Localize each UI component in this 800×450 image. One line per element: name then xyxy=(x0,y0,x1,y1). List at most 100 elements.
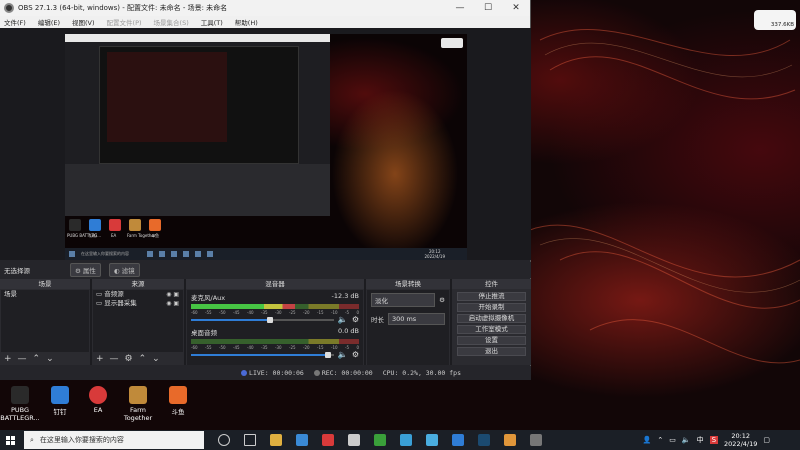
move-down-icon[interactable]: ⌄ xyxy=(152,354,160,364)
desktop-icon-label: 钉钉 xyxy=(53,408,67,416)
desktop-icon-douyu[interactable]: 斗鱼 xyxy=(158,386,198,416)
add-source-icon[interactable]: + xyxy=(96,354,104,364)
stop-streaming-button[interactable]: 停止推流 xyxy=(457,292,526,301)
sources-dock: 来源 ▭ 音频源 ◉ ▣ ▭ 显示器采集 ◉ ▣ + — ⚙ ⌃ ⌄ xyxy=(92,279,184,365)
source-item[interactable]: ▭ 音频源 ◉ ▣ xyxy=(93,290,183,299)
slider-knob[interactable] xyxy=(266,316,273,323)
start-recording-button[interactable]: 开始录制 xyxy=(457,303,526,312)
speaker-icon[interactable]: 🔈 xyxy=(338,315,348,324)
desktop-icon-label: Farm Together xyxy=(123,406,153,422)
nested-search-text: 在这里输入你要搜索的内容 xyxy=(81,251,129,256)
meter-tick-label: -20 xyxy=(303,310,310,315)
source-item-label: 显示器采集 xyxy=(104,299,137,307)
taskbar-app-icon[interactable] xyxy=(322,434,334,446)
duration-input[interactable]: 300 ms xyxy=(388,313,445,325)
taskbar-app-icon[interactable] xyxy=(296,434,308,446)
desktop-icon-pubg[interactable]: PUBG BATTLEGR... xyxy=(0,386,40,422)
add-scene-icon[interactable]: + xyxy=(4,354,12,364)
transition-select[interactable]: 淡化 xyxy=(371,293,436,307)
program-canvas[interactable]: PUBG BATTLEG... 钉钉 EA Farm Together 斗鱼 在… xyxy=(65,34,467,260)
speaker-icon[interactable]: 🔈 xyxy=(338,350,348,359)
source-item-label: 音频源 xyxy=(104,290,124,298)
remove-source-icon[interactable]: — xyxy=(110,354,119,364)
remove-scene-icon[interactable]: — xyxy=(18,354,27,364)
menu-help[interactable]: 帮助(H) xyxy=(235,17,258,27)
volume-slider[interactable]: 🔈 ⚙ xyxy=(191,350,359,359)
notification-icon[interactable]: ▢ xyxy=(763,436,770,444)
tray-chevron-icon[interactable]: ⌃ xyxy=(657,436,663,444)
properties-button[interactable]: ⚙ 属性 xyxy=(70,263,101,277)
desktop-icon-ea[interactable]: EA xyxy=(78,386,118,414)
start-button[interactable] xyxy=(0,430,20,450)
tray-app-icon[interactable]: S xyxy=(709,436,719,444)
move-down-icon[interactable]: ⌄ xyxy=(46,354,54,364)
volume-meter xyxy=(191,339,359,344)
menu-profile[interactable]: 配置文件(P) xyxy=(107,17,142,27)
nested-icon-label: 钉钉 xyxy=(89,233,97,238)
scene-item[interactable]: 场景 xyxy=(1,290,89,299)
title-bar[interactable]: OBS 27.1.3 (64-bit, windows) - 配置文件: 未命名… xyxy=(0,0,530,16)
exit-button[interactable]: 退出 xyxy=(457,347,526,356)
start-virtual-camera-button[interactable]: 启动虚拟摄像机 xyxy=(457,314,526,323)
close-button[interactable]: ✕ xyxy=(502,3,530,13)
studio-mode-button[interactable]: 工作室模式 xyxy=(457,325,526,334)
nested-clock-date: 2022/4/19 xyxy=(424,254,445,259)
meter-tick-label: -30 xyxy=(275,345,282,350)
taskbar-app-icon[interactable] xyxy=(218,434,230,446)
taskbar-app-icon[interactable] xyxy=(244,434,256,446)
minimize-button[interactable]: — xyxy=(446,3,474,13)
taskbar-clock[interactable]: 20:12 2022/4/19 xyxy=(724,432,757,448)
taskbar-app-icon[interactable] xyxy=(426,434,438,446)
slider-knob[interactable] xyxy=(325,351,332,358)
taskbar-app-icon[interactable] xyxy=(530,434,542,446)
source-settings-icon[interactable]: ⚙ xyxy=(125,354,133,364)
gear-icon[interactable]: ⚙ xyxy=(352,315,359,324)
taskbar-app-icon[interactable] xyxy=(452,434,464,446)
menu-view[interactable]: 视图(V) xyxy=(72,17,95,27)
taskbar-app-icon[interactable] xyxy=(504,434,516,446)
transitions-dock-title: 场景转换 xyxy=(366,279,450,289)
taskbar-app-icon[interactable] xyxy=(270,434,282,446)
taskbar-search[interactable]: ⌕ 在这里输入你要搜索的内容 xyxy=(24,431,204,449)
taskbar-app-icon[interactable] xyxy=(478,434,490,446)
search-placeholder: 在这里输入你要搜索的内容 xyxy=(39,436,124,444)
scenes-dock: 场景 场景 + — ⌃ ⌄ xyxy=(0,279,90,365)
gear-icon[interactable]: ⚙ xyxy=(352,350,359,359)
transition-settings-icon[interactable]: ⚙ xyxy=(439,296,445,304)
menu-tools[interactable]: 工具(T) xyxy=(201,17,223,27)
move-up-icon[interactable]: ⌃ xyxy=(33,354,41,364)
nested-preview-deep xyxy=(107,52,227,142)
meter-tick-label: -45 xyxy=(233,310,240,315)
windows-logo-icon xyxy=(5,435,15,445)
move-up-icon[interactable]: ⌃ xyxy=(139,354,147,364)
meter-tick-label: -25 xyxy=(289,310,296,315)
filters-button[interactable]: ◐ 滤镜 xyxy=(108,263,140,277)
mixer-channel-desktop: 桌面音频 0.0 dB -60 -55 -50 -45 -40 -35 -30 -25 -20 -… xyxy=(187,325,363,360)
menu-scene-collection[interactable]: 场景集合(S) xyxy=(154,17,189,27)
source-item[interactable]: ▭ 显示器采集 ◉ ▣ xyxy=(93,299,183,308)
tray-volume-icon[interactable]: 🔈 xyxy=(682,436,691,444)
meter-tick-label: -10 xyxy=(331,345,338,350)
rec-status: REC: 00:00:00 xyxy=(313,369,373,377)
taskbar-app-icon[interactable] xyxy=(348,434,360,446)
volume-slider[interactable]: 🔈 ⚙ xyxy=(191,315,359,324)
taskbar-app-icon[interactable] xyxy=(400,434,412,446)
menu-file[interactable]: 文件(F) xyxy=(4,17,26,27)
menu-edit[interactable]: 编辑(E) xyxy=(38,17,60,27)
taskbar-app-icon[interactable] xyxy=(374,434,386,446)
controls-dock: 控件 停止推流 开始录制 启动虚拟摄像机 工作室模式 设置 退出 xyxy=(452,279,531,365)
preview-area[interactable]: PUBG BATTLEG... 钉钉 EA Farm Together 斗鱼 在… xyxy=(0,28,531,260)
tray-people-icon[interactable]: 👤 xyxy=(643,436,652,444)
maximize-button[interactable]: ☐ xyxy=(474,3,502,13)
tray-language[interactable]: 中 xyxy=(697,435,704,445)
meter-tick-label: -40 xyxy=(247,345,254,350)
tray-network-icon[interactable]: ▭ xyxy=(669,436,676,444)
settings-button[interactable]: 设置 xyxy=(457,336,526,345)
meter-tick-label: -50 xyxy=(219,345,226,350)
desktop-icon-dingtalk[interactable]: 钉钉 xyxy=(40,386,80,416)
desktop-icon-farm-together[interactable]: Farm Together xyxy=(118,386,158,422)
pubg-icon xyxy=(11,386,29,404)
ea-icon xyxy=(89,386,107,404)
visibility-eye-icon[interactable]: ◉ ▣ xyxy=(166,290,179,299)
visibility-eye-icon[interactable]: ◉ ▣ xyxy=(166,299,179,308)
